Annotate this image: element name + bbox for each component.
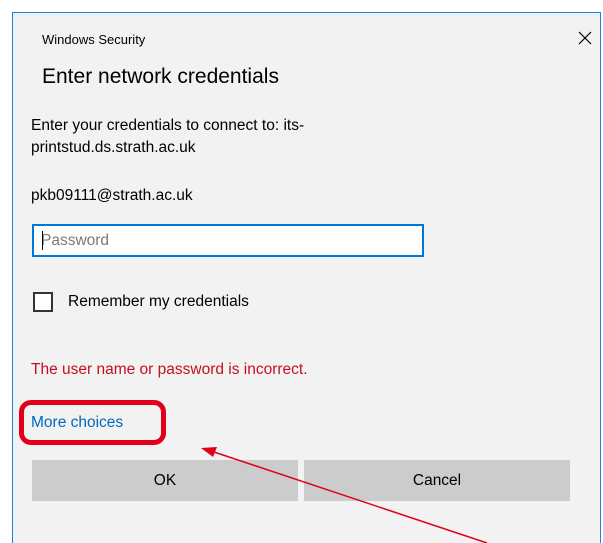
- close-icon: [578, 31, 592, 45]
- connection-prompt: Enter your credentials to connect to: it…: [31, 117, 305, 156]
- more-choices-link[interactable]: More choices: [31, 414, 123, 432]
- ok-button[interactable]: OK: [32, 460, 298, 501]
- remember-credentials-checkbox[interactable]: Remember my credentials: [33, 292, 249, 312]
- remember-credentials-label: Remember my credentials: [68, 293, 249, 310]
- password-input[interactable]: [32, 224, 424, 257]
- close-button[interactable]: [573, 26, 597, 50]
- dialog-heading: Enter network credentials: [42, 65, 279, 88]
- error-message: The user name or password is incorrect.: [31, 361, 308, 378]
- username-text: pkb09111@strath.ac.uk: [31, 187, 193, 204]
- text-caret: [42, 231, 43, 250]
- checkbox-box[interactable]: [33, 292, 53, 312]
- cancel-button[interactable]: Cancel: [304, 460, 570, 501]
- window-title: Windows Security: [42, 32, 146, 47]
